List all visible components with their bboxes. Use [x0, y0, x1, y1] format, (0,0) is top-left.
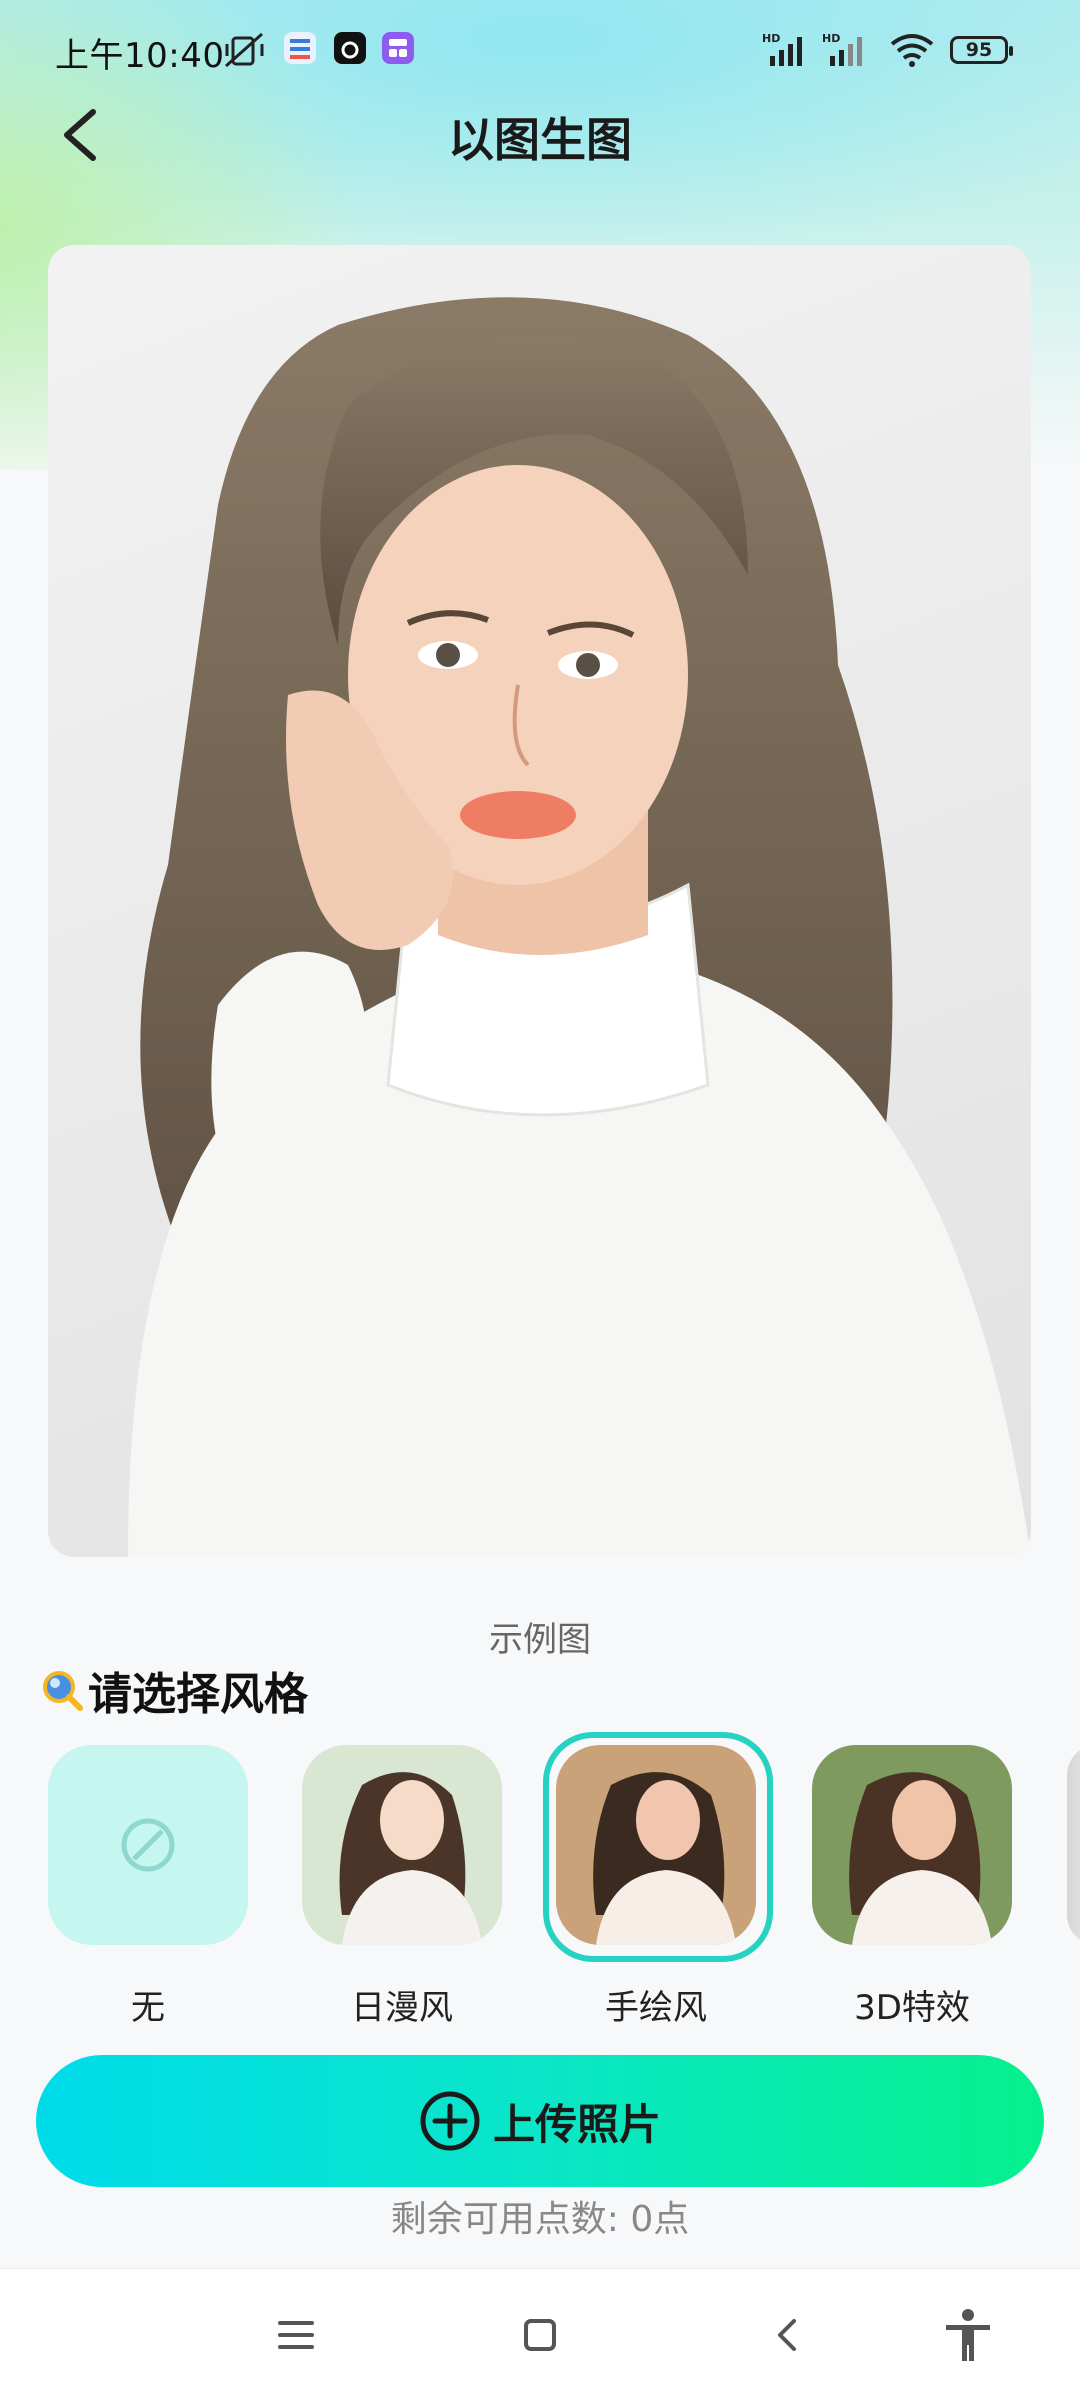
app-root: 上午10:40 HD HD 95 以图生图 示例图 请选择风格 无 日漫风 手绘… — [0, 0, 1080, 2400]
nav-back-button[interactable] — [758, 2305, 818, 2365]
search-magnifier-icon — [43, 1671, 83, 1711]
accessibility-icon — [946, 2309, 990, 2361]
page-title: 以图生图 — [448, 113, 632, 167]
anime-style-thumbnail — [302, 1745, 502, 1945]
signal-hd-icon-2: HD — [822, 32, 862, 66]
style-option-3d[interactable]: 3D特效 — [812, 1745, 1012, 2028]
remaining-points-text: 剩余可用点数: 0点 — [390, 2199, 690, 2240]
upload-photo-button[interactable]: 上传照片 — [36, 2055, 1044, 2187]
status-time: 上午10:40 — [55, 36, 225, 76]
tiktok-app-icon — [334, 32, 366, 64]
svg-text:HD: HD — [822, 32, 840, 45]
style-thumb-none — [48, 1745, 248, 1945]
style-option-partial[interactable] — [1067, 1745, 1080, 1945]
wifi-icon — [890, 34, 934, 67]
style-section-title: 请选择风格 — [40, 1660, 308, 1720]
example-caption: 示例图 — [489, 1620, 591, 1660]
style-option-none[interactable]: 无 — [48, 1745, 248, 2028]
home-icon — [524, 2319, 556, 2351]
3d-style-thumbnail — [812, 1745, 1012, 1945]
style-label: 3D特效 — [854, 1988, 970, 2028]
nav-home-button[interactable] — [510, 2305, 570, 2365]
style-thumb-anime — [302, 1745, 502, 1945]
style-title-text: 请选择风格 — [88, 1669, 308, 1720]
battery-indicator: 95 — [950, 36, 1013, 64]
status-bar: 上午10:40 HD HD 95 — [0, 0, 1080, 100]
app-grid-icon — [382, 32, 414, 64]
style-option-hand-drawn[interactable]: 手绘风 — [543, 1732, 773, 2028]
plus-circle-icon — [420, 2091, 480, 2151]
system-nav-bar — [0, 2268, 1080, 2400]
style-label: 日漫风 — [351, 1988, 453, 2028]
upload-label: 上传照片 — [492, 2099, 661, 2149]
signal-hd-icon: HD — [762, 32, 802, 66]
nav-accessibility-button[interactable] — [938, 2305, 998, 2365]
svg-text:HD: HD — [762, 32, 780, 45]
example-image — [48, 245, 1031, 1557]
mute-vibrate-icon — [225, 32, 264, 68]
prohibit-icon — [121, 1818, 175, 1872]
style-label: 无 — [131, 1988, 165, 2028]
style-thumb-hand-drawn — [556, 1745, 756, 1945]
example-portrait-illustration — [128, 297, 1031, 1557]
hand-drawn-style-thumbnail — [556, 1745, 756, 1945]
nav-menu-button[interactable] — [266, 2305, 326, 2365]
style-option-anime[interactable]: 日漫风 — [302, 1745, 502, 2028]
menu-icon — [278, 2321, 314, 2349]
app-notification-icon — [284, 32, 316, 64]
style-thumb-3d — [812, 1745, 1012, 1945]
style-label: 手绘风 — [605, 1988, 707, 2028]
back-icon — [778, 2319, 796, 2351]
